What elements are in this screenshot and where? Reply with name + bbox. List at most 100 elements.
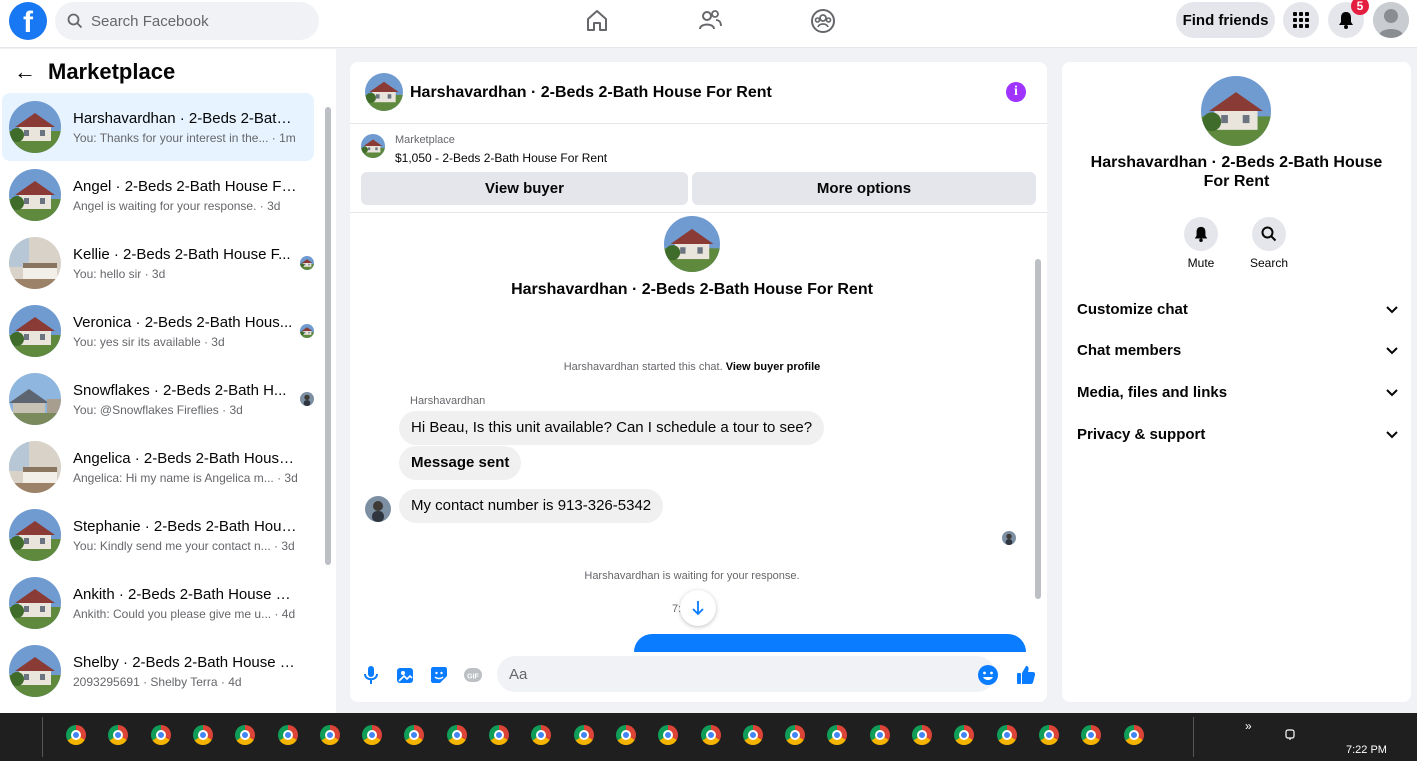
chrome-taskbar-icon[interactable] xyxy=(1123,725,1144,745)
chrome-taskbar-icon[interactable] xyxy=(277,725,298,745)
conversation-avatar xyxy=(664,216,720,272)
chrome-taskbar-icon[interactable] xyxy=(319,725,340,745)
message-input[interactable] xyxy=(497,656,995,692)
message-bubble[interactable]: Hi Beau, Is this unit available? Can I s… xyxy=(399,411,825,445)
sender-name: Harshavardhan xyxy=(410,395,486,407)
taskbar-divider xyxy=(42,717,43,757)
chrome-taskbar-icon[interactable] xyxy=(742,725,763,745)
conversation-item[interactable]: Shelby · 2-Beds 2-Bath House Fo... 209329… xyxy=(2,637,314,705)
chrome-taskbar-icon[interactable] xyxy=(1038,725,1059,745)
chrome-taskbar-icon[interactable] xyxy=(573,725,594,745)
chrome-taskbar-icon[interactable] xyxy=(362,725,383,745)
avatar-placeholder-icon xyxy=(1373,2,1409,38)
overflow-chevron-icon[interactable]: » xyxy=(1245,719,1252,733)
top-bar: f Find friends 5 xyxy=(0,0,1417,48)
chrome-taskbar-icon[interactable] xyxy=(1081,725,1102,745)
chrome-taskbar-icon[interactable] xyxy=(235,725,256,745)
friends-icon[interactable] xyxy=(697,8,723,34)
details-name: Harshavardhan · 2-Beds 2-Bath House For … xyxy=(1090,154,1383,190)
conversation-preview: You: hello sir · 3d xyxy=(73,266,166,281)
conversation-item[interactable]: Angelica · 2-Beds 2-Bath House ... Angeli… xyxy=(2,433,314,501)
chat-title[interactable]: Harshavardhan · 2-Beds 2-Bath House For … xyxy=(410,84,772,102)
photo-icon[interactable] xyxy=(394,664,416,686)
message-bubble[interactable]: My contact number is 913-326-5342 xyxy=(399,489,664,523)
conversation-item[interactable]: Veronica · 2-Beds 2-Bath Hous... You: yes… xyxy=(2,297,314,365)
profile-avatar[interactable] xyxy=(1373,2,1409,38)
privacy-support-section[interactable]: Privacy & support xyxy=(1077,419,1399,449)
conversation-item[interactable]: Harshavardhan · 2-Beds 2-Bath ... You: Th… xyxy=(2,93,314,161)
groups-icon[interactable] xyxy=(810,8,836,34)
conversation-name: Veronica · 2-Beds 2-Bath Hous... xyxy=(73,313,293,331)
divider xyxy=(350,212,1047,213)
conversation-thumbnail xyxy=(9,645,61,697)
menu-button[interactable] xyxy=(1283,2,1319,38)
chrome-taskbar-icon[interactable] xyxy=(996,725,1017,745)
chrome-taskbar-icon[interactable] xyxy=(700,725,721,745)
chrome-taskbar-icon[interactable] xyxy=(658,725,679,745)
chrome-taskbar-icon[interactable] xyxy=(489,725,509,745)
marketplace-label: Marketplace xyxy=(395,134,455,146)
sticker-icon[interactable] xyxy=(428,664,450,686)
home-icon[interactable] xyxy=(584,8,610,34)
chrome-taskbar-icon[interactable] xyxy=(150,725,171,745)
more-options-button[interactable]: More options xyxy=(692,172,1036,205)
media-files-links-section[interactable]: Media, files and links xyxy=(1077,377,1399,407)
conversation-item[interactable]: Snowflakes · 2-Beds 2-Bath H... You: @Sno… xyxy=(2,365,314,433)
search-label: Search xyxy=(1249,256,1289,270)
seen-indicator xyxy=(1002,531,1016,545)
view-buyer-button[interactable]: View buyer xyxy=(361,172,688,205)
chrome-taskbar-icon[interactable] xyxy=(446,725,467,745)
chrome-taskbar-icon[interactable] xyxy=(192,725,213,745)
conversation-preview: You: Kindly send me your contact n... · … xyxy=(73,538,295,553)
customize-chat-section[interactable]: Customize chat xyxy=(1077,294,1399,324)
chat-scrollbar[interactable] xyxy=(1035,259,1041,599)
info-icon[interactable]: i xyxy=(1006,82,1026,102)
conversation-item[interactable]: Angel · 2-Beds 2-Bath House For... Angel … xyxy=(2,161,314,229)
back-arrow-icon[interactable]: ← xyxy=(14,59,36,85)
facebook-logo-icon[interactable]: f xyxy=(9,2,47,40)
chrome-taskbar-icon[interactable] xyxy=(912,725,932,745)
seen-indicator xyxy=(300,324,314,338)
conversation-name: Ankith · 2-Beds 2-Bath House Fo... xyxy=(73,585,298,603)
conversation-preview: You: yes sir its available · 3d xyxy=(73,334,225,349)
chrome-taskbar-icon[interactable] xyxy=(108,725,129,745)
chat-avatar[interactable] xyxy=(365,73,403,111)
message-bubble[interactable]: Message sent xyxy=(399,446,522,480)
sender-avatar[interactable] xyxy=(365,496,391,522)
inbox-scrollbar[interactable] xyxy=(325,107,331,565)
conversation-texts: Angelica · 2-Beds 2-Bath House ... Angeli… xyxy=(73,450,298,485)
emoji-icon[interactable] xyxy=(977,664,999,686)
microphone-icon[interactable] xyxy=(360,664,382,686)
taskbar-clock[interactable]: 7:22 PM xyxy=(1346,744,1387,756)
listing-row: Marketplace $1,050 - 2-Beds 2-Bath House… xyxy=(350,124,1047,174)
chat-started-notice: Harshavardhan started this chat. View bu… xyxy=(350,361,1034,373)
mute-button[interactable] xyxy=(1184,217,1218,251)
find-friends-button[interactable]: Find friends xyxy=(1176,2,1275,38)
gif-icon[interactable]: GIF xyxy=(462,664,484,686)
conversation-preview: You: Thanks for your interest in the... … xyxy=(73,130,296,145)
conversation-item[interactable]: Stephanie · 2-Beds 2-Bath Hous... You: Ki… xyxy=(2,501,314,569)
search-box[interactable] xyxy=(55,2,319,40)
search-chat-button[interactable] xyxy=(1252,217,1286,251)
conversation-item[interactable]: Ankith · 2-Beds 2-Bath House Fo... Ankith… xyxy=(2,569,314,637)
chrome-taskbar-icon[interactable] xyxy=(954,725,975,745)
chrome-taskbar-icon[interactable] xyxy=(785,725,806,745)
details-avatar[interactable] xyxy=(1201,76,1271,146)
scroll-to-bottom-button[interactable] xyxy=(680,590,716,626)
conversation-name: Shelby · 2-Beds 2-Bath House Fo... xyxy=(73,653,298,671)
chrome-taskbar-icon[interactable] xyxy=(66,725,86,745)
conversation-texts: Veronica · 2-Beds 2-Bath Hous... You: yes… xyxy=(73,314,294,349)
chrome-taskbar-icon[interactable] xyxy=(827,725,848,745)
search-input[interactable] xyxy=(91,12,301,30)
conversation-texts: Harshavardhan · 2-Beds 2-Bath ... You: Th… xyxy=(73,110,298,145)
meet-now-icon[interactable] xyxy=(1284,729,1296,741)
chrome-taskbar-icon[interactable] xyxy=(615,725,636,745)
like-thumbs-up-icon[interactable] xyxy=(1015,664,1037,686)
view-buyer-profile-link[interactable]: View buyer profile xyxy=(726,361,821,373)
chat-members-section[interactable]: Chat members xyxy=(1077,335,1399,365)
conversation-item[interactable]: Kellie · 2-Beds 2-Bath House F... You: he… xyxy=(2,229,314,297)
conversation-thumbnail xyxy=(9,237,61,289)
chrome-taskbar-icon[interactable] xyxy=(869,725,890,745)
chrome-taskbar-icon[interactable] xyxy=(531,725,552,745)
chrome-taskbar-icon[interactable] xyxy=(404,725,425,745)
